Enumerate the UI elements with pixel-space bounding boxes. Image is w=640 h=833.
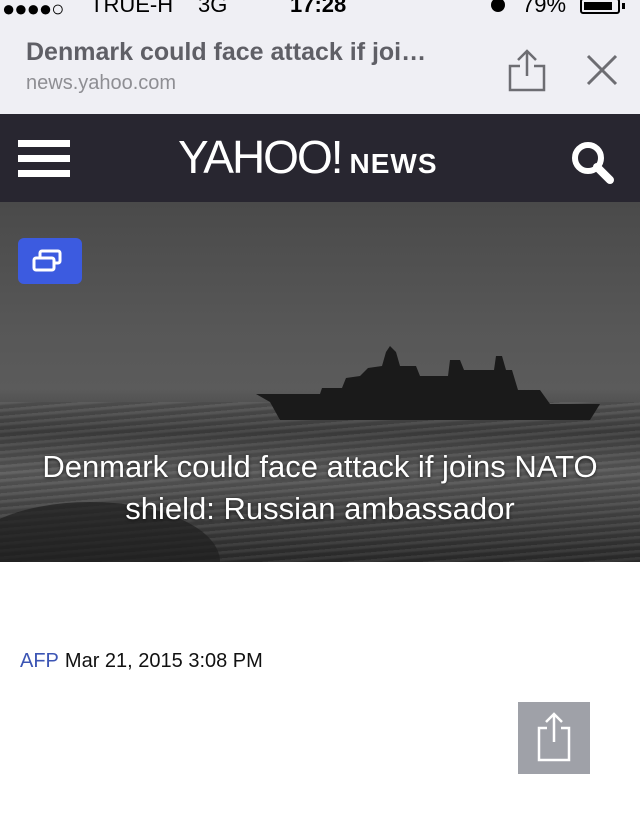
gallery-badge[interactable] [18, 238, 82, 284]
browser-address-bar[interactable]: Denmark could face attack if joi… news.y… [0, 20, 640, 114]
clock: 17:28 [290, 0, 347, 17]
share-icon [537, 712, 571, 762]
carrier-name: TRUE-H [90, 0, 174, 17]
logo-yahoo: YAHOO! [178, 131, 344, 183]
network-type: 3G [198, 0, 228, 17]
search-icon[interactable] [568, 138, 616, 186]
warship-silhouette [256, 346, 600, 420]
yahoo-news-logo[interactable]: YAHOO! NEWS [178, 130, 438, 186]
share-button[interactable] [518, 702, 590, 774]
status-bar: ●●●●○ TRUE-H 3G 17:28 79% [0, 0, 640, 20]
article-date: Mar 21, 2015 3:08 PM [64, 650, 263, 672]
battery-icon [580, 0, 620, 14]
page-domain[interactable]: news.yahoo.com [26, 72, 176, 95]
signal-strength: ●●●●○ [2, 0, 64, 21]
battery-percentage: 79% [522, 0, 567, 17]
share-icon[interactable] [506, 48, 548, 92]
close-icon[interactable] [582, 50, 622, 90]
battery-tip [622, 3, 625, 9]
menu-icon[interactable] [18, 140, 70, 180]
page-title[interactable]: Denmark could face attack if joi… [26, 38, 486, 67]
article-source[interactable]: AFP [20, 650, 59, 672]
alarm-icon [491, 0, 505, 12]
article-headline: Denmark could face attack if joins NATO … [42, 449, 598, 526]
gallery-icon [32, 249, 62, 272]
logo-news: NEWS [349, 148, 438, 179]
byline: AFP Mar 21, 2015 3:08 PM [20, 650, 263, 673]
